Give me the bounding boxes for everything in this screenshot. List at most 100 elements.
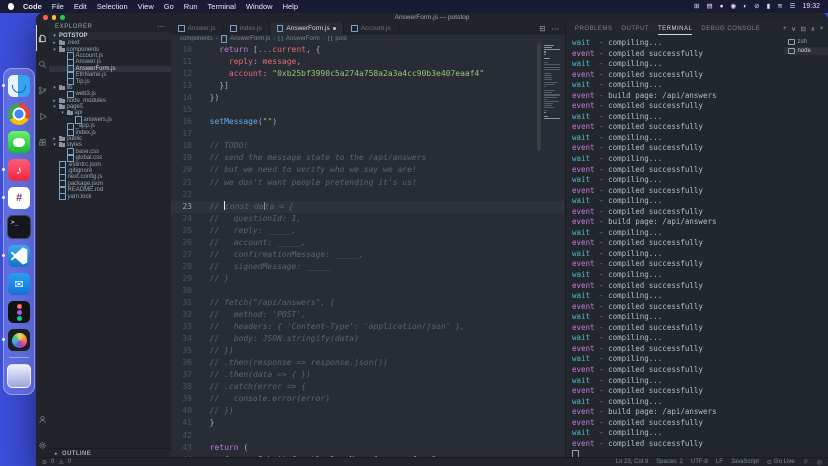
code-line[interactable]: 22: [171, 189, 565, 201]
code-line[interactable]: 34 // body: JSON.stringify(data): [171, 333, 565, 345]
code-line[interactable]: 36 // .then(response => response.json()): [171, 357, 565, 369]
apple-menu-icon[interactable]: [8, 3, 14, 10]
panel-tab-problems[interactable]: PROBLEMS: [575, 22, 612, 35]
panel-tab-terminal[interactable]: TERMINAL: [658, 22, 692, 35]
menu-file[interactable]: File: [52, 2, 64, 11]
code-line[interactable]: 21 // we don't want people pretending it…: [171, 177, 565, 189]
menu-help[interactable]: Help: [283, 2, 298, 11]
status-utf-8[interactable]: UTF-8: [691, 459, 708, 465]
terminal-dock-icon[interactable]: [7, 215, 31, 239]
mail-dock-icon[interactable]: [8, 273, 30, 295]
explorer-icon[interactable]: [36, 25, 49, 51]
terminal-picker-icon[interactable]: ∨: [791, 25, 796, 33]
slack-dock-icon[interactable]: [8, 187, 30, 209]
editor-scrollbar[interactable]: [537, 43, 541, 151]
code-line[interactable]: 32 // method: 'POST',: [171, 309, 565, 321]
code-line[interactable]: 33 // headers: { 'Content-Type': 'applic…: [171, 321, 565, 333]
code-line[interactable]: 31 // fetch("/api/answers", {: [171, 297, 565, 309]
code-line[interactable]: 14 }): [171, 92, 565, 104]
wifi-icon[interactable]: ≋: [777, 0, 782, 13]
bluetooth-icon[interactable]: ⊘: [754, 0, 759, 13]
code-line[interactable]: 10 return [...current, {: [171, 44, 565, 56]
terminal-session-node[interactable]: node: [784, 47, 828, 55]
menu-view[interactable]: View: [138, 2, 154, 11]
settings-gear-icon[interactable]: [36, 432, 49, 458]
code-line[interactable]: 23 // const data = {: [171, 201, 565, 213]
keyboard-icon[interactable]: ▤: [706, 0, 712, 13]
menu-go[interactable]: Go: [164, 2, 174, 11]
status-lf[interactable]: LF: [716, 459, 723, 465]
control-center-icon[interactable]: ☰: [790, 0, 796, 13]
code-line[interactable]: 41 }: [171, 417, 565, 429]
code-line[interactable]: 40 // }): [171, 405, 565, 417]
tab-index-js[interactable]: index.js: [223, 22, 270, 35]
menu-window[interactable]: Window: [246, 2, 273, 11]
record-icon[interactable]: ◉: [731, 0, 737, 13]
code-line[interactable]: 37 // .then(data => { }): [171, 369, 565, 381]
code-line[interactable]: 38 // .catch(error => {: [171, 381, 565, 393]
code-line[interactable]: 26 // account: _____,: [171, 237, 565, 249]
code-line[interactable]: 42: [171, 430, 565, 442]
code-line[interactable]: 15: [171, 104, 565, 116]
menu-edit[interactable]: Edit: [74, 2, 87, 11]
maximize-panel-icon[interactable]: ∧: [810, 25, 815, 33]
code-line[interactable]: 39 // console.error(error): [171, 393, 565, 405]
panel-tab-output[interactable]: OUTPUT: [621, 22, 649, 35]
code-editor[interactable]: 10 return [...current, {11 reply: messag…: [171, 43, 565, 458]
screen-mirroring-icon[interactable]: ⊞: [694, 0, 699, 13]
close-panel-icon[interactable]: ×: [820, 25, 824, 32]
photos-dock-icon[interactable]: [8, 329, 30, 351]
code-line[interactable]: 25 // reply: _____,: [171, 225, 565, 237]
terminal-output[interactable]: wait - compiling...event - compiled succ…: [566, 35, 784, 458]
code-line[interactable]: 24 // questionId: 1,: [171, 213, 565, 225]
code-line[interactable]: 17: [171, 128, 565, 140]
code-line[interactable]: 18 // TODO!: [171, 140, 565, 152]
menubar-clock[interactable]: 19:32: [802, 3, 820, 10]
extensions-icon[interactable]: [36, 129, 49, 155]
code-line[interactable]: 12 account: "0xb25bf3990c5a274a758a2a3a4…: [171, 68, 565, 80]
code-line[interactable]: 29 // }: [171, 273, 565, 285]
accounts-icon[interactable]: [36, 406, 49, 432]
menu-run[interactable]: Run: [184, 2, 198, 11]
search-icon[interactable]: [36, 51, 49, 77]
file-yarn-lock[interactable]: yarn.lock: [49, 193, 171, 199]
code-line[interactable]: 28 // signedMessage: _____: [171, 261, 565, 273]
code-line[interactable]: 20 // but we need to verify who we say w…: [171, 164, 565, 176]
code-line[interactable]: 35 // }): [171, 345, 565, 357]
terminal-session-zsh[interactable]: zsh: [784, 38, 828, 46]
explorer-more-actions-icon[interactable]: ⋯: [157, 23, 165, 31]
status-go-live[interactable]: ⊙Go Live: [767, 459, 795, 466]
window-titlebar[interactable]: AnswerForm.js — potstop: [36, 13, 828, 22]
code-line[interactable]: 16 setMessage(""): [171, 116, 565, 128]
more-actions-icon[interactable]: ⋯: [552, 24, 560, 33]
chrome-dock-icon[interactable]: [8, 103, 30, 125]
code-line[interactable]: 19 // send the message state to the /api…: [171, 152, 565, 164]
problems-status[interactable]: ⊘ 0 ⚠ 0: [42, 459, 71, 466]
bell-icon[interactable]: ◎: [817, 459, 822, 466]
menu-terminal[interactable]: Terminal: [208, 2, 236, 11]
finder-dock-icon[interactable]: [8, 75, 30, 97]
run-debug-icon[interactable]: [36, 103, 49, 129]
code-line[interactable]: 30: [171, 285, 565, 297]
code-line[interactable]: 11 reply: message,: [171, 56, 565, 68]
minimap[interactable]: [543, 45, 561, 165]
vscode-dock-icon[interactable]: [8, 245, 30, 267]
breadcrumb-item-answerform[interactable]: AnswerForm: [286, 36, 320, 42]
split-terminal-icon[interactable]: ⊟: [800, 25, 806, 33]
explorer-root-folder[interactable]: ▾ POTSTOP: [49, 32, 171, 40]
status-ln-23-col-8[interactable]: Ln 23, Col 8: [616, 459, 648, 465]
do-not-disturb-icon[interactable]: ●: [720, 0, 724, 13]
menu-code[interactable]: Code: [23, 2, 42, 11]
trash-dock-icon[interactable]: [7, 364, 31, 388]
music-dock-icon[interactable]: [8, 159, 30, 181]
code-line[interactable]: 27 // confirmationMessage: _____,: [171, 249, 565, 261]
status-spaces-2[interactable]: Spaces: 2: [656, 459, 683, 465]
feedback-icon[interactable]: ☺: [803, 459, 809, 465]
display-icon[interactable]: ◐: [743, 0, 747, 13]
messages-dock-icon[interactable]: [8, 131, 30, 153]
source-control-icon[interactable]: [36, 77, 49, 103]
breadcrumb-item-answerform-js[interactable]: AnswerForm.js: [230, 36, 270, 42]
breadcrumb-item-post[interactable]: post: [335, 36, 346, 42]
code-line[interactable]: 13 }]: [171, 80, 565, 92]
figma-dock-icon[interactable]: [8, 301, 30, 323]
